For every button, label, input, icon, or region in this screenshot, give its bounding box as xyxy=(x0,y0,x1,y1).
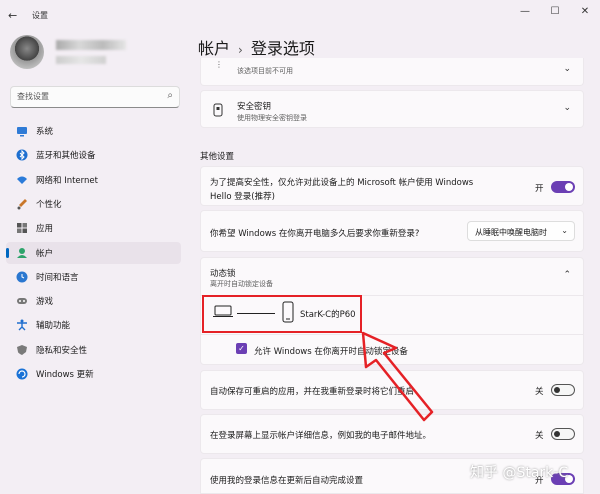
restart-apps-toggle[interactable] xyxy=(551,384,575,396)
show-account-text: 在登录屏幕上显示帐户详细信息，例如我的电子邮件地址。 xyxy=(210,431,432,441)
sidebar-item-label: 蓝牙和其他设备 xyxy=(36,151,96,162)
chevron-up-icon[interactable]: ⌃ xyxy=(563,270,571,280)
gamepad-icon xyxy=(17,298,27,305)
avatar[interactable] xyxy=(10,35,44,69)
page-title: 登录选项 xyxy=(250,39,315,58)
sidebar-item-label: 辅助功能 xyxy=(36,321,71,332)
sidebar-item-9[interactable]: 隐私和安全性 xyxy=(6,339,181,361)
hello-only-toggle[interactable] xyxy=(551,181,575,193)
maximize-icon[interactable]: ☐ xyxy=(548,6,562,17)
card-security-key[interactable]: 安全密钥 使用物理安全密钥登录 ⌄ xyxy=(200,90,584,128)
person-icon xyxy=(17,247,27,258)
use-signin-info-text: 使用我的登录信息在更新后自动完成设置 xyxy=(210,476,364,486)
sidebar-item-label: 系统 xyxy=(36,127,54,137)
wifi-icon xyxy=(17,176,27,184)
brush-icon xyxy=(17,198,27,210)
title-bar: ← 设置 — ☐ ✕ xyxy=(0,0,600,30)
sidebar-item-2[interactable]: 网络和 Internet xyxy=(6,169,181,191)
sidebar-item-label: 隐私和安全性 xyxy=(36,345,88,356)
monitor-icon xyxy=(17,127,27,137)
toggle-state-label: 开 xyxy=(535,184,544,194)
require-signin-dropdown[interactable]: 从睡眠中唤醒电脑时 ⌄ xyxy=(467,221,575,241)
sidebar-item-label: 应用 xyxy=(36,224,54,235)
show-account-toggle[interactable] xyxy=(551,428,575,440)
sidebar-item-label: 网络和 Internet xyxy=(36,175,98,186)
sidebar-item-label: 游戏 xyxy=(36,297,54,308)
sidebar-item-3[interactable]: 个性化 xyxy=(6,193,181,215)
dynamic-lock-checkbox-label: 允许 Windows 在你离开时自动锁定设备 xyxy=(254,347,408,357)
sidebar-item-6[interactable]: 时间和语言 xyxy=(6,266,181,288)
search-input[interactable] xyxy=(17,87,157,106)
breadcrumb-chevron-icon: › xyxy=(238,43,243,57)
card-partial[interactable]: ⋮ 该选项目前不可用 ⌄ xyxy=(200,58,584,86)
require-signin-text: 你希望 Windows 在你离开电脑多久后要求你重新登录? xyxy=(210,229,420,239)
chevron-down-icon[interactable]: ⌄ xyxy=(563,64,571,74)
accessibility-icon xyxy=(17,319,27,331)
security-key-sub: 使用物理安全密钥登录 xyxy=(237,114,307,122)
toggle-state-label: 关 xyxy=(535,387,544,397)
sidebar-item-5[interactable]: 帐户 xyxy=(6,241,181,264)
usb-key-icon xyxy=(213,103,223,117)
dropdown-value: 从睡眠中唤醒电脑时 xyxy=(475,228,547,237)
annotation-highlight-box xyxy=(202,295,362,333)
user-email-blurred xyxy=(56,56,106,64)
breadcrumb-parent[interactable]: 帐户 xyxy=(198,39,230,58)
card-partial-sub: 该选项目前不可用 xyxy=(237,67,293,75)
sidebar-item-8[interactable]: 辅助功能 xyxy=(6,314,181,336)
shield-icon xyxy=(17,344,27,355)
card-hello-only: 为了提高安全性，仅允许对此设备上的 Microsoft 帐户使用 Windows… xyxy=(200,166,584,206)
user-name-blurred xyxy=(56,40,126,50)
app-title: 设置 xyxy=(32,11,48,20)
dynamic-lock-title: 动态锁 xyxy=(210,269,236,279)
watermark: 知乎 @Stark-C xyxy=(470,465,569,481)
hello-only-text-2: Hello 登录(推荐) xyxy=(210,192,275,202)
sidebar-item-label: 帐户 xyxy=(36,248,54,259)
globe-clock-icon xyxy=(16,271,28,283)
hello-only-text-1: 为了提高安全性，仅允许对此设备上的 Microsoft 帐户使用 Windows xyxy=(210,178,474,188)
minimize-icon[interactable]: — xyxy=(518,6,532,17)
close-icon[interactable]: ✕ xyxy=(578,6,592,17)
sidebar-item-4[interactable]: 应用 xyxy=(6,217,181,239)
sidebar-item-label: Windows 更新 xyxy=(36,370,94,380)
security-key-title: 安全密钥 xyxy=(237,102,272,112)
search-icon[interactable]: ⌕ xyxy=(167,90,173,101)
bluetooth-icon xyxy=(16,149,28,161)
dynamic-lock-sub: 离开时自动锁定设备 xyxy=(210,280,273,288)
breadcrumb: 帐户 › 登录选项 xyxy=(198,35,315,59)
sidebar-item-label: 时间和语言 xyxy=(36,272,79,283)
chevron-down-icon: ⌄ xyxy=(561,226,568,235)
fingerprint-icon: ⋮ xyxy=(215,60,223,69)
dynamic-lock-checkbox[interactable]: ✓ xyxy=(236,343,247,354)
sidebar-item-1[interactable]: 蓝牙和其他设备 xyxy=(6,144,181,166)
toggle-state-label: 关 xyxy=(535,431,544,441)
sidebar-item-label: 个性化 xyxy=(36,199,62,210)
card-restart-apps: 自动保存可重启的应用，并在我重新登录时将它们重启 关 xyxy=(200,370,584,410)
update-icon xyxy=(16,368,28,380)
chevron-down-icon[interactable]: ⌄ xyxy=(563,103,571,113)
sidebar-item-0[interactable]: 系统 xyxy=(6,120,181,142)
section-title-other: 其他设置 xyxy=(200,152,235,162)
apps-icon xyxy=(17,223,27,234)
sidebar-item-10[interactable]: Windows 更新 xyxy=(6,363,181,385)
sidebar-item-7[interactable]: 游戏 xyxy=(6,290,181,312)
back-arrow-icon[interactable]: ← xyxy=(8,9,17,22)
search-box[interactable]: ⌕ xyxy=(10,86,180,108)
restart-apps-text: 自动保存可重启的应用，并在我重新登录时将它们重启 xyxy=(210,387,415,397)
card-show-account: 在登录屏幕上显示帐户详细信息，例如我的电子邮件地址。 关 xyxy=(200,414,584,454)
